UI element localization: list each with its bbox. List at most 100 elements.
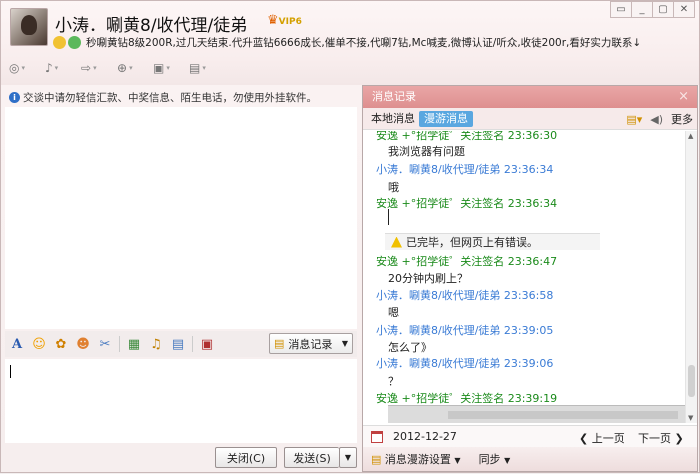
message-sender: 小涛．唰黄8/收代理/徒弟 bbox=[376, 357, 501, 370]
video-icon[interactable]: ◎ ▾ bbox=[9, 59, 35, 77]
error-notice: 已完毕，但网页上有错误。 bbox=[385, 233, 600, 250]
avatar[interactable] bbox=[10, 8, 48, 46]
history-scrollbar[interactable]: ▲ ▼ bbox=[685, 131, 697, 423]
message-time: 23:36:47 bbox=[507, 255, 558, 268]
format-toolbar: A ☺ ✿ ☻ ✂ ▦ ♫ ▤ ▣ ▤ 消息记录 ▼ bbox=[5, 331, 357, 357]
crown-icon: ♛ bbox=[267, 13, 279, 28]
history-tools: ▤▾ ◀) 更多 bbox=[626, 111, 693, 127]
screenshot-image[interactable] bbox=[388, 405, 685, 423]
history-footer: ▤ 消息漫游设置 ▼ 同步 ▼ bbox=[363, 447, 697, 471]
history-panel-title: 消息记录 bbox=[372, 90, 416, 103]
warning-icon bbox=[391, 236, 402, 248]
chevron-down-icon: ▼ bbox=[454, 456, 461, 465]
history-button-label: 消息记录 bbox=[288, 337, 333, 351]
screen-icon[interactable]: ▣ ▾ bbox=[153, 59, 179, 77]
message-display[interactable] bbox=[5, 107, 357, 329]
message-header: 小涛．唰黄8/收代理/徒弟 23:39:05 bbox=[376, 322, 553, 338]
message-header: 小涛．唰黄8/收代理/徒弟 23:39:06 bbox=[376, 355, 553, 371]
online-icon[interactable] bbox=[68, 36, 81, 49]
chat-left-pane: i 交谈中请勿轻信汇款、中奖信息、陌生电话，勿使用外挂软件。 A ☺ ✿ ☻ ✂… bbox=[1, 85, 361, 474]
message-sender: 安逸 +°招学徒゜关注签名 bbox=[376, 197, 505, 210]
minimize-button[interactable]: _ bbox=[631, 1, 653, 18]
message-sender: 安逸 +°招学徒゜关注签名 bbox=[376, 392, 505, 405]
star-icon[interactable] bbox=[53, 36, 66, 49]
message-header: 安逸 +°招学徒゜关注签名 23:36:30 bbox=[376, 131, 557, 143]
message-text: 哦 bbox=[388, 181, 399, 194]
roam-settings-button[interactable]: ▤ 消息漫游设置 ▼ bbox=[371, 451, 461, 467]
message-time: 23:39:05 bbox=[503, 324, 554, 337]
history-date[interactable]: 2012-12-27 bbox=[393, 430, 457, 443]
message-text: ？ bbox=[388, 375, 399, 388]
status-icons bbox=[53, 36, 81, 49]
error-text: 已完毕，但网页上有错误。 bbox=[406, 236, 538, 249]
send-button[interactable]: 发送(S) bbox=[284, 447, 339, 468]
history-button[interactable]: ▤ 消息记录 ▼ bbox=[269, 333, 353, 354]
emoji-icon[interactable]: ☺ bbox=[31, 336, 47, 352]
maximize-button[interactable]: ▢ bbox=[652, 1, 674, 18]
transfer-icon[interactable]: ⇨ ▾ bbox=[81, 59, 107, 77]
message-input[interactable] bbox=[5, 359, 357, 443]
next-page-link[interactable]: 下一页 ❯ bbox=[638, 430, 684, 446]
message-text: 嗯 bbox=[388, 306, 399, 319]
window-title: 小涛．唰黄8/收代理/徒弟 bbox=[55, 16, 248, 36]
speaker-icon[interactable]: ◀) bbox=[650, 113, 663, 126]
close-button[interactable]: 关闭(C) bbox=[215, 447, 277, 468]
sync-button[interactable]: 同步 ▼ bbox=[479, 451, 511, 467]
action-buttons: 关闭(C) 发送(S) ▼ bbox=[1, 445, 361, 471]
security-notice: i 交谈中请勿轻信汇款、中奖信息、陌生电话，勿使用外挂软件。 bbox=[9, 90, 317, 105]
message-header: 安逸 +°招学徒゜关注签名 23:36:34 bbox=[376, 195, 557, 211]
message-sender: 安逸 +°招学徒゜关注签名 bbox=[376, 131, 505, 142]
toolbar-divider bbox=[192, 336, 193, 352]
settings-icon: ▤ bbox=[371, 453, 382, 466]
screenshot-icon[interactable]: ✂ bbox=[97, 336, 113, 352]
tab-roam[interactable]: 漫游消息 bbox=[419, 111, 473, 127]
chat-window: 小涛．唰黄8/收代理/徒弟 ♛VIP6 ▭ _ ▢ ✕ 秒唰黄钻8级200R,过… bbox=[0, 0, 700, 473]
more-link[interactable]: 更多 bbox=[671, 111, 693, 127]
toolbox-icon[interactable]: ▣ bbox=[199, 336, 215, 352]
calendar-icon[interactable] bbox=[371, 430, 383, 443]
message-time: 23:39:19 bbox=[507, 392, 558, 405]
window-controls: ▭ _ ▢ ✕ bbox=[610, 1, 695, 18]
history-panel: 消息记录 × 本地消息 漫游消息 ▤▾ ◀) 更多 安逸 +°招学徒゜关注签名 … bbox=[362, 85, 698, 472]
message-time: 23:39:06 bbox=[503, 357, 554, 370]
chevron-down-icon: ▼ bbox=[504, 456, 511, 465]
export-icon[interactable]: ▤▾ bbox=[626, 113, 642, 126]
add-icon[interactable]: ⊕ ▾ bbox=[117, 59, 143, 77]
message-header: 安逸 +°招学徒゜关注签名 23:36:47 bbox=[376, 253, 557, 269]
message-time: 23:36:34 bbox=[507, 197, 558, 210]
message-time: 23:36:30 bbox=[507, 131, 558, 142]
send-file-icon[interactable]: ▤ bbox=[170, 336, 186, 352]
image-icon[interactable]: ▦ bbox=[126, 336, 142, 352]
scroll-down-icon[interactable]: ▼ bbox=[688, 414, 693, 422]
top-toolbar: ◎ ▾ ♪ ▾ ⇨ ▾ ⊕ ▾ ▣ ▾ ▤ ▾ bbox=[9, 59, 215, 77]
next-page-label: 下一页 bbox=[638, 432, 671, 445]
message-header: 安逸 +°招学徒゜关注签名 23:39:19 bbox=[376, 390, 557, 406]
message-text: 我浏览器有问题 bbox=[388, 145, 465, 158]
message-sender: 安逸 +°招学徒゜关注签名 bbox=[376, 255, 505, 268]
close-icon[interactable]: × bbox=[678, 86, 689, 108]
toolbar-divider bbox=[119, 336, 120, 352]
voice-icon[interactable]: ♪ ▾ bbox=[45, 59, 71, 77]
message-sender: 小涛．唰黄8/收代理/徒弟 bbox=[376, 324, 501, 337]
history-panel-header: 消息记录 × bbox=[363, 86, 697, 108]
message-header: 小涛．唰黄8/收代理/徒弟 23:36:58 bbox=[376, 287, 553, 303]
history-messages[interactable]: 安逸 +°招学徒゜关注签名 23:36:30 我浏览器有问题 小涛．唰黄8/收代… bbox=[363, 131, 685, 423]
tab-local[interactable]: 本地消息 bbox=[366, 111, 420, 127]
vip-badge[interactable]: ♛VIP6 bbox=[267, 13, 302, 28]
send-options-button[interactable]: ▼ bbox=[339, 447, 357, 468]
message-time: 23:36:58 bbox=[503, 289, 554, 302]
skin-button[interactable]: ▭ bbox=[610, 1, 632, 18]
shake-icon[interactable]: ☻ bbox=[75, 336, 91, 352]
scroll-thumb[interactable] bbox=[688, 365, 695, 397]
roam-settings-label: 消息漫游设置 bbox=[384, 453, 451, 466]
prev-page-label: 上一页 bbox=[591, 432, 625, 445]
close-window-button[interactable]: ✕ bbox=[673, 1, 695, 18]
text-cursor bbox=[388, 209, 389, 225]
date-bar: 2012-12-27 ❮ 上一页 下一页 ❯ bbox=[363, 425, 697, 447]
font-icon[interactable]: A bbox=[9, 336, 25, 352]
scroll-up-icon[interactable]: ▲ bbox=[688, 132, 693, 140]
doc-icon[interactable]: ▤ ▾ bbox=[189, 59, 215, 77]
prev-page-link[interactable]: ❮ 上一页 bbox=[579, 430, 625, 446]
music-icon[interactable]: ♫ bbox=[148, 336, 164, 352]
magic-emoji-icon[interactable]: ✿ bbox=[53, 336, 69, 352]
